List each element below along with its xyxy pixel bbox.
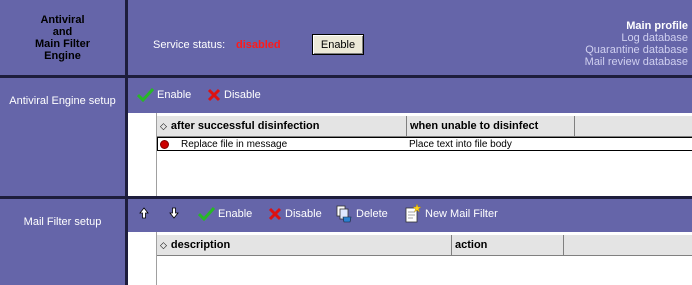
mail-filter-toolbar: Enable Disable Delete New Mail Filter	[128, 199, 692, 232]
mail-filter-section-label: Mail Filter setup	[23, 216, 102, 228]
col-after-disinfection-label: after successful disinfection	[170, 120, 320, 132]
profile-links: Main profile Log database Quarantine dat…	[585, 20, 688, 68]
arrow-up-icon	[139, 207, 149, 219]
new-document-icon	[405, 204, 422, 223]
mail-filter-enable-button[interactable]: Enable	[198, 207, 252, 221]
col-action[interactable]: action	[452, 235, 564, 255]
col-description[interactable]: ◇ description	[157, 235, 452, 255]
col-action-label: action	[455, 239, 488, 251]
main-profile-link[interactable]: Main profile	[585, 20, 688, 32]
mail-filter-delete-label: Delete	[356, 208, 388, 220]
antiviral-grid: ◇ after successful disinfection when una…	[128, 113, 692, 197]
col-unable-disinfect-label: when unable to disinfect	[410, 120, 539, 132]
app-title-line-4: Engine	[44, 50, 81, 62]
mail-filter-disable-button[interactable]: Disable	[268, 207, 322, 221]
stop-icon	[160, 139, 169, 149]
new-mail-filter-button[interactable]: New Mail Filter	[404, 204, 498, 223]
red-x-icon	[268, 207, 282, 221]
move-down-button[interactable]	[169, 207, 179, 219]
arrow-down-icon	[169, 207, 179, 219]
antiviral-disable-button[interactable]: Disable	[207, 88, 261, 102]
log-database-link[interactable]: Log database	[585, 32, 688, 44]
mail-filter-disable-label: Disable	[285, 208, 322, 220]
antiviral-grid-header: ◇ after successful disinfection when una…	[157, 115, 692, 137]
checkmark-icon	[137, 88, 154, 102]
checkmark-icon	[198, 207, 215, 221]
move-up-button[interactable]	[139, 207, 149, 219]
row-unable-value: Place text into file body	[409, 138, 512, 150]
service-status-label: Service status:	[153, 39, 226, 51]
red-x-icon	[207, 88, 221, 102]
antiviral-disable-label: Disable	[224, 89, 261, 101]
mail-filter-enable-label: Enable	[218, 208, 253, 220]
antiviral-toolbar: Enable Disable	[128, 78, 692, 113]
sort-icon: ◇	[160, 120, 167, 131]
app-title-line-3: Main Filter	[34, 38, 90, 50]
quarantine-database-link[interactable]: Quarantine database	[585, 44, 688, 56]
antiviral-enable-label: Enable	[157, 89, 192, 101]
mail-filter-grid: ◇ description action	[128, 232, 692, 285]
app-title-line-2: and	[52, 26, 73, 38]
row-after-value: Replace file in message	[181, 138, 288, 150]
antiviral-enable-button[interactable]: Enable	[137, 88, 191, 102]
new-mail-filter-label: New Mail Filter	[425, 207, 498, 220]
delete-icon	[336, 205, 352, 223]
table-row[interactable]: Replace file in message Place text into …	[157, 137, 692, 151]
sort-icon: ◇	[160, 239, 167, 250]
app-title-line-1: Antiviral	[40, 14, 85, 26]
col-after-disinfection[interactable]: ◇ after successful disinfection	[157, 116, 407, 136]
antiviral-section-label: Antiviral Engine setup	[9, 95, 116, 107]
header-bar: Service status: disabled Enable Main pro…	[128, 0, 692, 75]
stop-icon-wrap	[160, 138, 169, 150]
mail-review-database-link[interactable]: Mail review database	[585, 56, 688, 68]
mail-filter-grid-header: ◇ description action	[157, 234, 692, 256]
service-enable-button[interactable]: Enable	[312, 34, 364, 55]
app-title: Antiviral and Main Filter Engine	[0, 0, 125, 76]
service-status-value: disabled	[236, 39, 281, 51]
col-description-label: description	[170, 239, 231, 251]
mail-filter-delete-button[interactable]: Delete	[335, 205, 388, 223]
col-unable-disinfect[interactable]: when unable to disinfect	[407, 116, 575, 136]
